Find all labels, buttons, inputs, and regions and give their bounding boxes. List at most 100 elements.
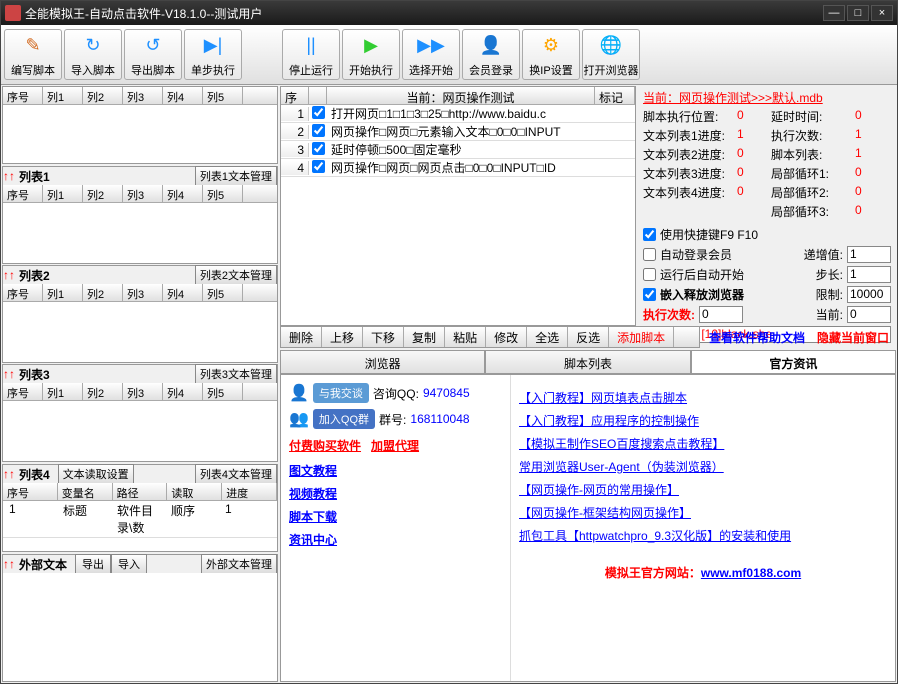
script-check[interactable] [312,160,325,173]
col-列1[interactable]: 列1 [43,284,83,301]
col-列5[interactable]: 列5 [203,185,243,202]
action-删除[interactable]: 删除 [281,327,322,347]
col-列1[interactable]: 列1 [43,87,83,104]
col-列3[interactable]: 列3 [123,383,163,400]
col-变量名[interactable]: 变量名 [58,483,113,500]
info-link-资讯中心[interactable]: 资讯中心 [289,531,502,548]
col-列1[interactable]: 列1 [43,185,83,202]
action-反选[interactable]: 反选 [568,327,609,347]
list4-mgmt-button[interactable]: 列表4文本管理 [195,464,277,484]
official-site-link[interactable]: www.mf0188.com [701,566,801,580]
col-列3[interactable]: 列3 [123,87,163,104]
limit-input[interactable] [847,286,891,303]
list2-mgmt-button[interactable]: 列表2文本管理 [195,265,277,285]
toolbar-导入脚本[interactable]: ↻导入脚本 [64,29,122,80]
agent-link[interactable]: 加盟代理 [371,439,419,453]
script-check[interactable] [312,142,325,155]
tab-脚本列表[interactable]: 脚本列表 [485,350,690,373]
action-复制[interactable]: 复制 [404,327,445,347]
info-link-脚本下载[interactable]: 脚本下载 [289,508,502,525]
group-badge[interactable]: 加入QQ群 [313,409,375,429]
col-列3[interactable]: 列3 [123,284,163,301]
col-序号[interactable]: 序号 [3,87,43,104]
col-列4[interactable]: 列4 [163,87,203,104]
tutorial-link[interactable]: 【入门教程】网页填表点击脚本 [519,389,887,406]
col-列4[interactable]: 列4 [163,284,203,301]
col-序号[interactable]: 序号 [3,185,43,202]
col-序号[interactable]: 序号 [3,383,43,400]
col-列5[interactable]: 列5 [203,87,243,104]
toolbar-选择开始[interactable]: ▶▶选择开始 [402,29,460,80]
minimize-button[interactable]: — [823,5,845,21]
action-粘贴[interactable]: 粘贴 [445,327,486,347]
export-button[interactable]: 导出 [75,554,111,574]
tutorial-link[interactable]: 抓包工具【httpwatchpro_9.3汉化版】的安装和使用 [519,527,887,544]
col-列3[interactable]: 列3 [123,185,163,202]
col-列2[interactable]: 列2 [83,383,123,400]
buy-link[interactable]: 付费购买软件 [289,439,361,453]
embed-check[interactable] [643,288,656,301]
list2-body[interactable] [3,302,277,362]
action-上移[interactable]: 上移 [322,327,363,347]
autostart-check[interactable] [643,268,656,281]
hotkey-check[interactable] [643,228,656,241]
close-button[interactable]: × [871,5,893,21]
col-进度[interactable]: 进度 [222,483,277,500]
toolbar-导出脚本[interactable]: ↺导出脚本 [124,29,182,80]
tutorial-link[interactable]: 【网页操作-网页的常用操作】 [519,481,887,498]
action-修改[interactable]: 修改 [486,327,527,347]
list4-body[interactable]: 1标题软件目录\数顺序1 [3,501,277,551]
toolbar-单步执行[interactable]: ▶|单步执行 [184,29,242,80]
import-button[interactable]: 导入 [111,554,147,574]
toolbar-开始执行[interactable]: ▶开始执行 [342,29,400,80]
script-row[interactable]: 2网页操作□网页□元素输入文本□0□0□INPUT [281,123,635,141]
info-link-图文教程[interactable]: 图文教程 [289,462,502,479]
col-列2[interactable]: 列2 [83,87,123,104]
list3-body[interactable] [3,401,277,461]
col-列4[interactable]: 列4 [163,383,203,400]
script-row[interactable]: 4网页操作□网页□网页点击□0□0□INPUT□ID [281,159,635,177]
toolbar-会员登录[interactable]: 👤会员登录 [462,29,520,80]
list1-mgmt-button[interactable]: 列表1文本管理 [195,166,277,186]
chat-badge[interactable]: 与我交谈 [313,383,369,403]
script-check[interactable] [312,106,325,119]
list1-body[interactable] [3,203,277,263]
cur-input[interactable] [847,306,891,323]
info-link-视频教程[interactable]: 视频教程 [289,485,502,502]
toolbar-打开浏览器[interactable]: 🌐打开浏览器 [582,29,640,80]
col-列4[interactable]: 列4 [163,185,203,202]
toolbar-换IP设置[interactable]: ⚙换IP设置 [522,29,580,80]
group-number[interactable]: 168110048 [410,412,469,426]
col-列2[interactable]: 列2 [83,284,123,301]
help-doc-link[interactable]: 查看软件帮助文档 [709,329,805,346]
maximize-button[interactable]: □ [847,5,869,21]
col-路径[interactable]: 路径 [113,483,168,500]
status-title[interactable]: 当前：网页操作测试>>>默认.mdb [643,87,891,108]
action-下移[interactable]: 下移 [363,327,404,347]
toolbar-编写脚本[interactable]: ✎编写脚本 [4,29,62,80]
toolbar-停止运行[interactable]: ||停止运行 [282,29,340,80]
col-列2[interactable]: 列2 [83,185,123,202]
external-mgmt-button[interactable]: 外部文本管理 [201,554,277,574]
autologin-check[interactable] [643,248,656,261]
col-列5[interactable]: 列5 [203,383,243,400]
main-list-body[interactable] [3,105,277,163]
col-列5[interactable]: 列5 [203,284,243,301]
action-添加脚本[interactable]: 添加脚本 [609,327,674,347]
step-input[interactable] [847,266,891,283]
inc-input[interactable] [847,246,891,263]
external-body[interactable] [3,573,277,681]
hide-window-link[interactable]: 隐藏当前窗口 [817,329,889,346]
exec-input[interactable] [699,306,743,323]
script-row[interactable]: 3延时停顿□500□固定毫秒 [281,141,635,159]
action-全选[interactable]: 全选 [527,327,568,347]
tutorial-link[interactable]: 常用浏览器User-Agent（伪装浏览器） [519,458,887,475]
col-序号[interactable]: 序号 [3,284,43,301]
tab-浏览器[interactable]: 浏览器 [280,350,485,373]
tab-官方资讯[interactable]: 官方资讯 [691,350,896,373]
col-序号[interactable]: 序号 [3,483,58,500]
tutorial-link[interactable]: 【入门教程】应用程序的控制操作 [519,412,887,429]
tutorial-link[interactable]: 【模拟王制作SEO百度搜索点击教程】 [519,435,887,452]
script-row[interactable]: 1打开网页□1□1□3□25□http://www.baidu.c [281,105,635,123]
col-列1[interactable]: 列1 [43,383,83,400]
